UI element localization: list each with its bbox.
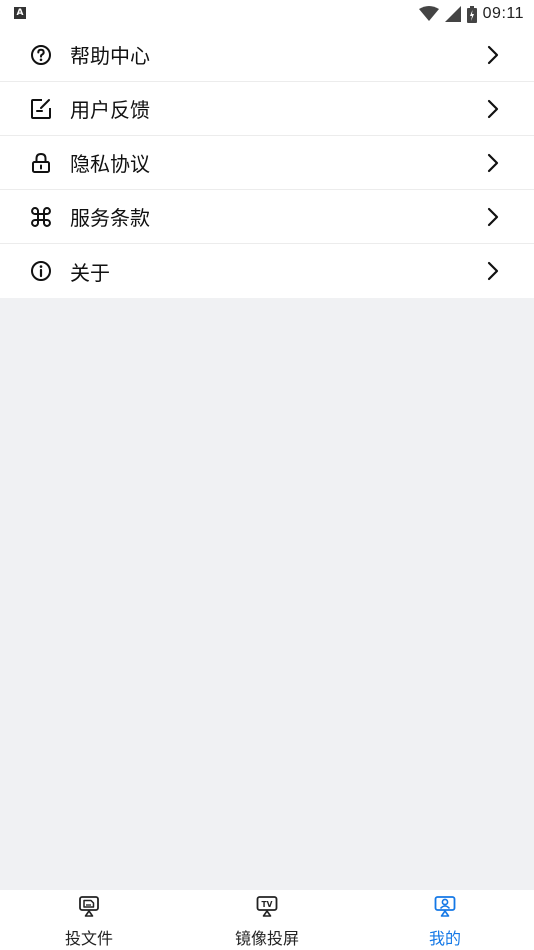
profile-icon: [434, 896, 456, 917]
tab-mirror-cast[interactable]: TV 镜像投屏: [178, 890, 356, 950]
lock-icon: [32, 152, 50, 173]
svg-text:TV: TV: [262, 900, 273, 909]
info-icon: [31, 261, 51, 281]
chevron-right-icon: [487, 153, 499, 172]
menu-item-about[interactable]: 关于: [0, 244, 534, 298]
menu-item-help-center[interactable]: 帮助中心: [0, 28, 534, 82]
status-icons: 09:11: [418, 3, 524, 25]
tab-label: 我的: [428, 929, 461, 948]
menu-item-privacy-policy[interactable]: 隐私协议: [0, 136, 534, 190]
chevron-right-icon: [487, 261, 499, 281]
help-circle-icon: [31, 44, 51, 65]
tab-label: 投文件: [64, 929, 113, 948]
menu-item-label: 用户反馈: [70, 98, 150, 122]
tv-cast-icon: TV: [256, 896, 278, 917]
menu-item-label: 帮助中心: [70, 44, 150, 68]
chevron-right-icon: [487, 45, 499, 64]
chevron-right-icon: [487, 207, 499, 226]
bottom-tab-bar: 投文件 TV 镜像投屏 我的: [0, 890, 534, 950]
status-bar: A 09:11: [0, 0, 534, 28]
chevron-right-icon: [487, 99, 499, 118]
command-icon: [31, 206, 51, 227]
cell-signal-icon: [444, 6, 461, 22]
tab-cast-file[interactable]: 投文件: [0, 890, 178, 950]
menu-item-label: 关于: [70, 260, 110, 285]
feedback-edit-icon: [31, 98, 51, 119]
battery-icon: [466, 5, 477, 23]
menu-item-label: 服务条款: [70, 206, 150, 230]
cast-file-icon: [79, 896, 99, 917]
status-time: 09:11: [482, 5, 524, 22]
menu-item-label: 隐私协议: [70, 152, 150, 176]
wifi-icon: [418, 6, 439, 21]
settings-menu: 帮助中心 用户反馈 隐私协议 服务条款 关于: [0, 28, 534, 298]
tab-label: 镜像投屏: [234, 929, 299, 948]
tab-mine[interactable]: 我的: [356, 890, 534, 950]
menu-item-terms-of-service[interactable]: 服务条款: [0, 190, 534, 244]
app-notification-icon: A: [14, 7, 26, 19]
menu-item-user-feedback[interactable]: 用户反馈: [0, 82, 534, 136]
